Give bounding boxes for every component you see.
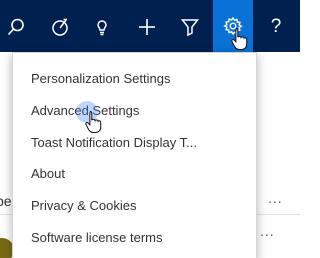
- help-button[interactable]: ?: [256, 4, 296, 50]
- filter-button[interactable]: [170, 4, 210, 50]
- top-navigation-bar: ?: [0, 0, 300, 52]
- menu-item-privacy-cookies[interactable]: Privacy & Cookies: [31, 198, 136, 213]
- menu-item-personalization-settings[interactable]: Personalization Settings: [31, 71, 170, 86]
- menu-item-about[interactable]: About: [31, 166, 65, 181]
- menu-item-toast-notification-display[interactable]: Toast Notification Display T...: [31, 135, 197, 150]
- compass-icon: [52, 18, 68, 36]
- advanced-find-button[interactable]: [40, 4, 80, 50]
- menu-item-software-license-terms[interactable]: Software license terms: [31, 230, 163, 245]
- hand-cursor-icon: [85, 111, 102, 133]
- plus-icon: [139, 19, 155, 35]
- grid-cell-partial: pe: [0, 193, 12, 209]
- quick-create-button[interactable]: [127, 4, 167, 50]
- row-more-button[interactable]: ...: [260, 223, 275, 239]
- hand-cursor-icon: [231, 28, 248, 50]
- lightbulb-icon: [97, 20, 107, 36]
- search-button[interactable]: [0, 4, 36, 50]
- settings-menu: Personalization Settings Advanced Settin…: [12, 52, 257, 258]
- search-icon: [7, 18, 24, 36]
- row-more-button[interactable]: ...: [268, 190, 283, 206]
- filter-icon: [180, 19, 200, 37]
- assistant-button[interactable]: [82, 4, 122, 50]
- help-icon: ?: [270, 16, 282, 37]
